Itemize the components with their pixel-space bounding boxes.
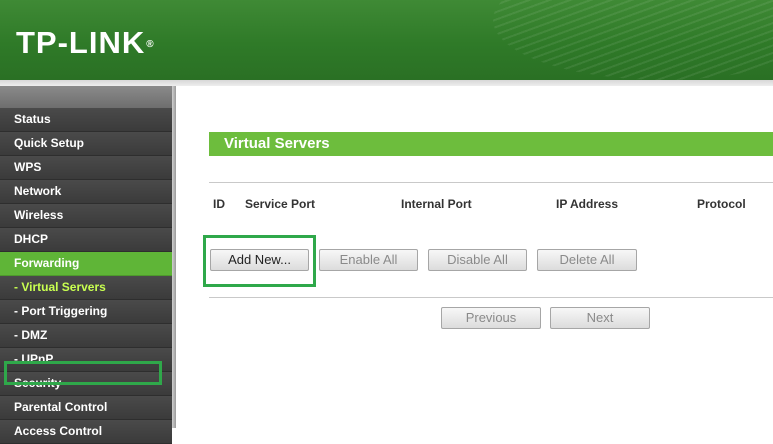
column-header-protocol: Protocol bbox=[697, 197, 746, 211]
sidebar-item-parental-control[interactable]: Parental Control bbox=[0, 396, 172, 420]
delete-all-button[interactable]: Delete All bbox=[537, 249, 637, 271]
sidebar-top-bar bbox=[0, 86, 172, 108]
header-decoration bbox=[493, 0, 773, 80]
add-new-highlight-box bbox=[203, 235, 316, 287]
buttons-bottom-rule bbox=[209, 297, 773, 298]
sidebar-item-status[interactable]: Status bbox=[0, 108, 172, 132]
sidebar-item-network[interactable]: Network bbox=[0, 180, 172, 204]
sidebar-item-port-triggering[interactable]: - Port Triggering bbox=[0, 300, 172, 324]
column-header-id: ID bbox=[213, 197, 225, 211]
main-content: Virtual Servers ID Service Port Internal… bbox=[176, 86, 773, 428]
sidebar-item-dhcp[interactable]: DHCP bbox=[0, 228, 172, 252]
column-header-internal-port: Internal Port bbox=[401, 197, 472, 211]
sidebar-item-virtual-servers[interactable]: - Virtual Servers bbox=[0, 276, 172, 300]
sidebar-menu: Status Quick Setup WPS Network Wireless … bbox=[0, 108, 172, 444]
table-top-rule bbox=[209, 182, 773, 183]
column-header-ip-address: IP Address bbox=[556, 197, 619, 211]
sidebar: Status Quick Setup WPS Network Wireless … bbox=[0, 86, 176, 444]
disable-all-button[interactable]: Disable All bbox=[428, 249, 527, 271]
previous-button[interactable]: Previous bbox=[441, 307, 541, 329]
column-header-service-port: Service Port bbox=[245, 197, 316, 211]
sidebar-item-wireless[interactable]: Wireless bbox=[0, 204, 172, 228]
logo-text: TP-LINK bbox=[16, 25, 146, 60]
page-title: Virtual Servers bbox=[209, 132, 773, 156]
tp-link-logo: TP-LINK® bbox=[16, 26, 155, 60]
sidebar-item-wps[interactable]: WPS bbox=[0, 156, 172, 180]
registered-mark: ® bbox=[146, 39, 155, 50]
header: TP-LINK® bbox=[0, 0, 773, 80]
sidebar-item-access-control[interactable]: Access Control bbox=[0, 420, 172, 444]
sidebar-item-quick-setup[interactable]: Quick Setup bbox=[0, 132, 172, 156]
virtual-servers-highlight-box bbox=[4, 361, 162, 385]
next-button[interactable]: Next bbox=[550, 307, 650, 329]
sidebar-item-dmz[interactable]: - DMZ bbox=[0, 324, 172, 348]
sidebar-item-forwarding[interactable]: Forwarding bbox=[0, 252, 172, 276]
enable-all-button[interactable]: Enable All bbox=[319, 249, 418, 271]
